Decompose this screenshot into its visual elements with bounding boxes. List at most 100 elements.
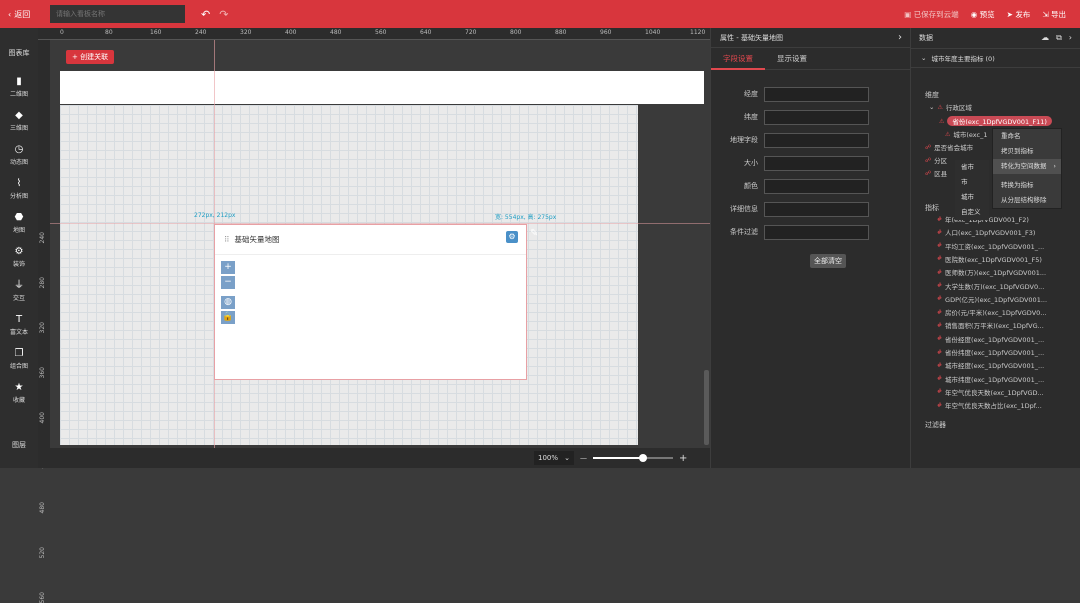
context-menu-item[interactable]: 重命名 xyxy=(993,129,1061,144)
layers-tab[interactable]: 图层 xyxy=(0,440,38,450)
measure-item[interactable]: # 医院数(exc_1DpfVGDV001_F5) xyxy=(937,254,1077,264)
tool-gear[interactable]: ⚙ 装饰 xyxy=(0,240,38,274)
field-row: 纬度 xyxy=(711,109,911,125)
measure-item[interactable]: # 省份纬度(exc_1DpfVGDV001_... xyxy=(937,347,1077,358)
measure-item[interactable]: # 人口(exc_1DpfVGDV001_F3) xyxy=(937,227,1077,238)
hash-icon: # xyxy=(937,228,943,236)
export-button[interactable]: ⇲ 导出 xyxy=(1042,9,1066,20)
field-row: 颜色 xyxy=(711,178,911,194)
board-name-input[interactable] xyxy=(50,5,185,23)
measure-item[interactable]: # 房价(元/平米)(exc_1DpfVGDV0... xyxy=(937,307,1077,318)
saved-status: ▣ 已保存到云端 xyxy=(904,9,959,19)
ruler-tick: 560 xyxy=(39,592,46,603)
properties-header: 属性 - 基础矢量地图 › xyxy=(711,28,910,48)
context-menu-item[interactable]: 转化为空间数据 › xyxy=(993,159,1061,174)
chevron-right-icon[interactable]: › xyxy=(898,32,902,43)
brush-icon[interactable]: ✎ xyxy=(530,228,538,239)
globe-icon[interactable]: ◍ xyxy=(221,296,235,309)
hash-icon: # xyxy=(937,242,943,250)
submenu-item[interactable]: 自定义 xyxy=(955,205,989,220)
chevron-right-icon[interactable]: › xyxy=(1069,33,1072,43)
drag-handle-icon[interactable]: ⠿ xyxy=(224,235,230,244)
context-menu-item[interactable]: 拷贝到指标 xyxy=(993,144,1061,159)
lock-icon[interactable]: 🔒 xyxy=(221,311,235,324)
measure-item[interactable]: # 年空气优良天数占比(exc_1Dpf... xyxy=(937,400,1077,411)
measure-item[interactable]: # 医师数(万)(exc_1DpfVGDV001... xyxy=(937,267,1077,278)
ruler-tick: 360 xyxy=(39,367,46,379)
tree-group[interactable]: ⌄ ⚠ 行政区域 xyxy=(929,102,972,112)
widget-header: ⠿ 基础矢量地图 xyxy=(215,225,526,255)
measure-label-text: 年空气优良天数占比(exc_1Dpf... xyxy=(945,402,1042,411)
submenu-item[interactable]: 市 xyxy=(955,175,989,190)
field-drop-input[interactable] xyxy=(764,86,869,102)
tool-cube[interactable]: ◆ 三维图 xyxy=(0,104,38,138)
zoom-minus-icon[interactable]: — xyxy=(580,454,587,462)
canvas-scrollbar[interactable] xyxy=(704,370,709,445)
map-widget[interactable]: ⠿ 基础矢量地图 ⚙ xyxy=(214,224,527,380)
ruler-tick: 1040 xyxy=(645,29,661,36)
external-link-icon[interactable]: ⧉ xyxy=(1056,33,1062,43)
clock-icon: ◷ xyxy=(14,143,24,155)
cloud-upload-icon[interactable]: ☁ xyxy=(1041,33,1049,43)
tool-combo[interactable]: ❐ 组合图 xyxy=(0,342,38,376)
zoom-slider[interactable] xyxy=(593,454,673,462)
field-drop-input[interactable] xyxy=(764,201,869,217)
preview-button[interactable]: ◉ 预览 xyxy=(971,9,995,20)
tool-filter[interactable]: ⏚ 交互 xyxy=(0,274,38,308)
redo-icon[interactable]: ↷ xyxy=(219,8,228,21)
field-drop-input[interactable] xyxy=(764,178,869,194)
ruler-tick: 720 xyxy=(465,29,477,36)
data-header: 数据 ☁ ⧉ › xyxy=(911,28,1080,48)
context-menu-item[interactable]: 从分层结构移除 xyxy=(993,193,1061,208)
dimension-item[interactable]: ☍ 区县 xyxy=(925,168,947,179)
dimension-item[interactable]: ☍ 分区 xyxy=(925,155,947,166)
ruler-tick: 400 xyxy=(285,29,297,36)
measure-label-text: 销售面积(万平米)(exc_1DpfVG... xyxy=(945,322,1044,331)
zoom-out-icon[interactable]: − xyxy=(221,276,235,289)
tool-label: 分析图 xyxy=(9,192,28,200)
tool-star[interactable]: ★ 收藏 xyxy=(0,376,38,410)
tool-map-pin[interactable]: ⬣ 地图 xyxy=(0,206,38,240)
tool-text[interactable]: T 富文本 xyxy=(0,308,38,342)
context-menu-label: 重命名 xyxy=(1001,132,1021,140)
dimension-item[interactable]: ⚠ 城市(exc_1 xyxy=(945,129,988,140)
dimension-item[interactable]: ⚠ 省份(exc_1DpfVGDV001_F11) xyxy=(939,116,1052,126)
submenu-item[interactable]: 城市 xyxy=(955,190,989,205)
dataset-selector[interactable]: ⌄ 城市年度主要指标 (0) xyxy=(911,48,1080,68)
measure-item[interactable]: # 年空气优良天数(exc_1DpfVGD... xyxy=(937,387,1077,397)
settings-icon[interactable]: ⚙ xyxy=(506,231,518,243)
measure-item[interactable]: # 平均工资(exc_1DpfVGDV001_... xyxy=(937,241,1077,251)
measure-item[interactable]: # 城市纬度(exc_1DpfVGDV001_... xyxy=(937,374,1077,384)
tool-bar-chart[interactable]: ▮ 二维图 xyxy=(0,70,38,104)
dimension-item[interactable]: ☍ 是否省会城市 xyxy=(925,142,973,153)
tool-label: 交互 xyxy=(12,294,25,302)
tool-line-chart[interactable]: ⌇ 分析图 xyxy=(0,172,38,206)
field-drop-input[interactable] xyxy=(764,109,869,125)
submenu-item[interactable]: 省市 xyxy=(955,160,989,175)
measure-item[interactable]: # 城市经度(exc_1DpfVGDV001_... xyxy=(937,360,1077,371)
context-menu-item[interactable]: 转换为指标 xyxy=(993,178,1061,193)
field-drop-input[interactable] xyxy=(764,155,869,171)
measure-item[interactable]: # 销售面积(万平米)(exc_1DpfVG... xyxy=(937,320,1077,331)
measure-item[interactable]: # 省份经度(exc_1DpfVGDV001_... xyxy=(937,334,1077,344)
create-link-button[interactable]: + 创建关联 xyxy=(66,50,115,64)
back-button[interactable]: ‹ 返回 xyxy=(0,9,50,20)
zoom-select[interactable]: 100% ⌄ xyxy=(534,451,574,465)
measure-item[interactable]: # GDP(亿元)(exc_1DpfVGDV001... xyxy=(937,294,1077,304)
publish-button[interactable]: ➤ 发布 xyxy=(1007,9,1031,20)
chevron-down-icon: ⌄ xyxy=(921,54,927,62)
measure-label-text: 城市经度(exc_1DpfVGDV001_... xyxy=(945,362,1045,371)
field-drop-input[interactable] xyxy=(764,224,869,240)
zoom-slider-knob[interactable] xyxy=(639,454,647,462)
hash-icon: # xyxy=(937,321,943,329)
clear-all-button[interactable]: 全部清空 xyxy=(810,254,846,268)
tab-field-settings[interactable]: 字段设置 xyxy=(711,48,765,70)
undo-icon[interactable]: ↶ xyxy=(201,8,210,21)
measure-item[interactable]: # 大学生数(万)(exc_1DpfVGDV0... xyxy=(937,281,1077,291)
tab-display-settings[interactable]: 显示设置 xyxy=(765,48,819,70)
tool-label: 组合图 xyxy=(9,362,28,370)
zoom-in-icon[interactable]: + xyxy=(221,261,235,274)
tool-clock[interactable]: ◷ 动态图 xyxy=(0,138,38,172)
field-drop-input[interactable] xyxy=(764,132,869,148)
zoom-plus-icon[interactable]: + xyxy=(679,453,687,464)
